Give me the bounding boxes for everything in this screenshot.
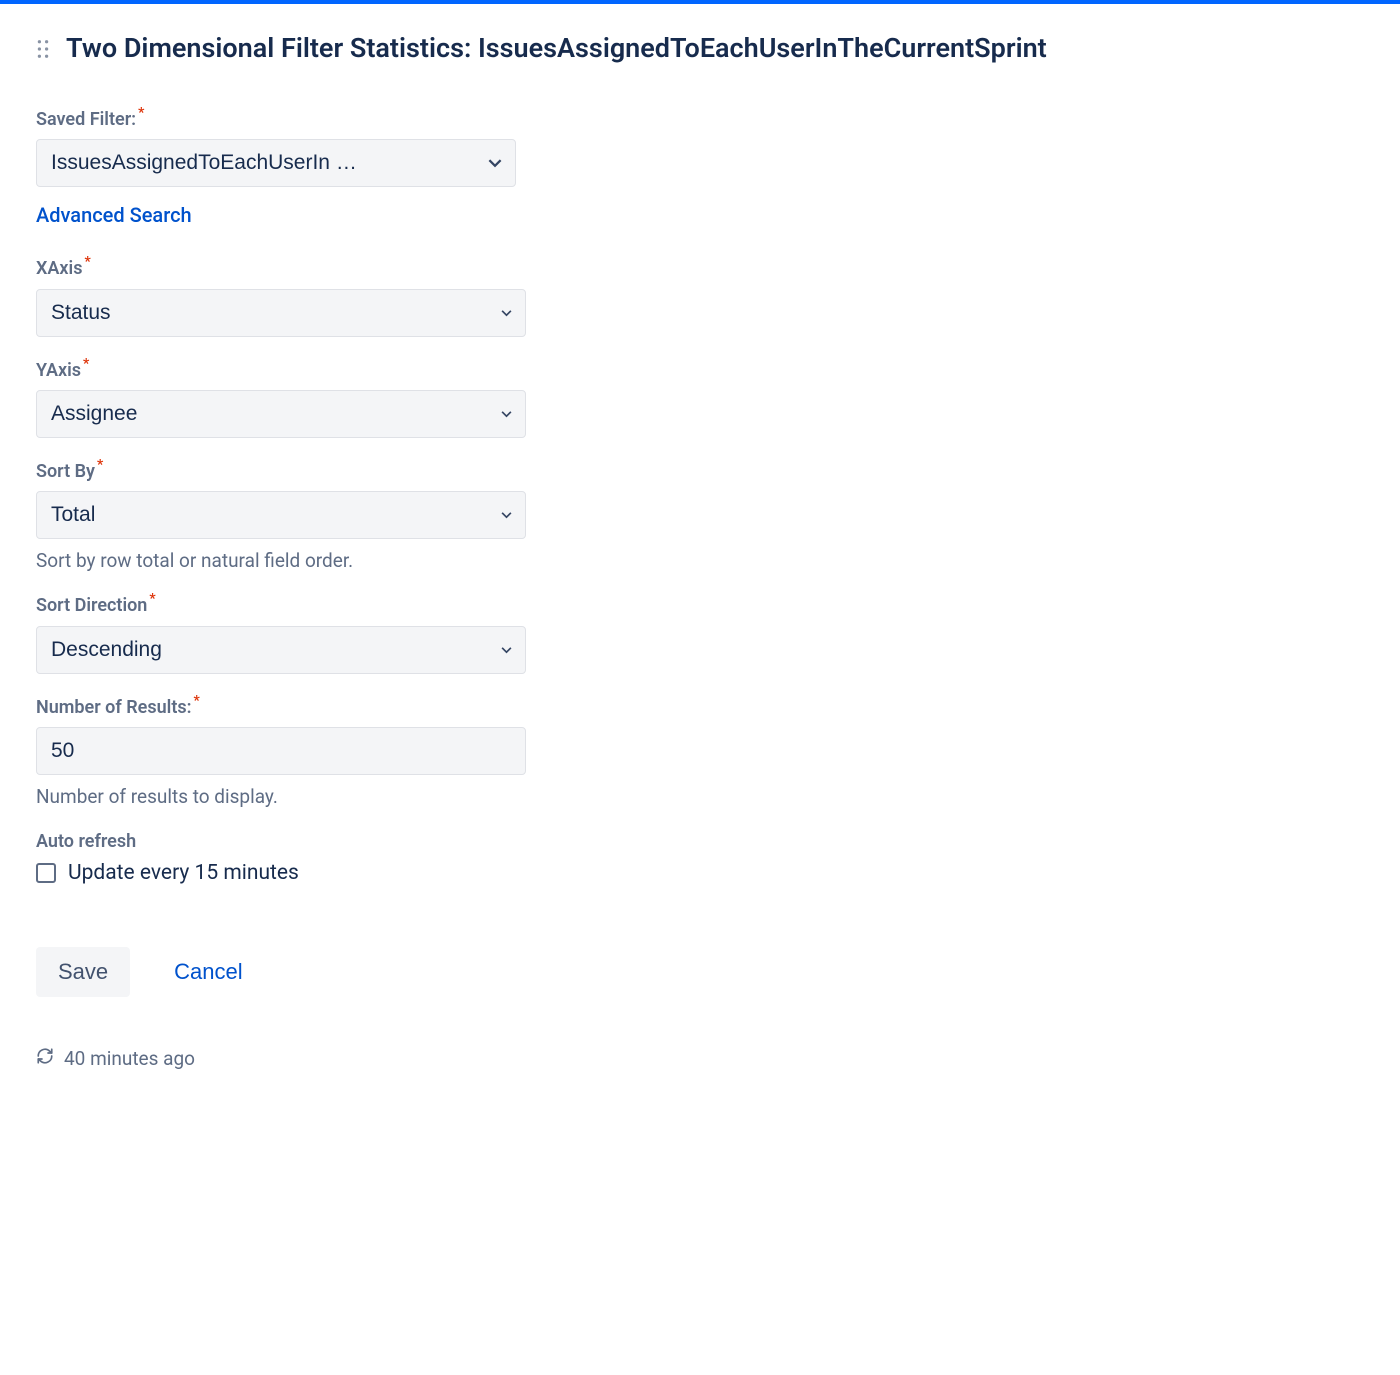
- yaxis-select[interactable]: Assignee: [36, 390, 526, 438]
- auto-refresh-label: Auto refresh: [36, 830, 1364, 853]
- refresh-footer: 40 minutes ago: [36, 1047, 1364, 1070]
- advanced-search-link[interactable]: Advanced Search: [36, 203, 192, 227]
- sort-by-select[interactable]: Total: [36, 491, 526, 539]
- saved-filter-label: Saved Filter:*: [36, 108, 1364, 131]
- xaxis-label: XAxis*: [36, 257, 1364, 280]
- number-of-results-label: Number of Results:*: [36, 696, 1364, 719]
- gadget-header: Two Dimensional Filter Statistics: Issue…: [36, 32, 1364, 66]
- refresh-icon: [36, 1047, 54, 1070]
- refresh-timestamp: 40 minutes ago: [64, 1047, 195, 1070]
- drag-handle-icon[interactable]: [36, 40, 50, 58]
- sort-by-help: Sort by row total or natural field order…: [36, 549, 1364, 572]
- auto-refresh-checkbox-label: Update every 15 minutes: [68, 861, 299, 885]
- sort-by-label: Sort By*: [36, 460, 1364, 483]
- number-of-results-help: Number of results to display.: [36, 785, 1364, 808]
- yaxis-label: YAxis*: [36, 359, 1364, 382]
- auto-refresh-checkbox[interactable]: [36, 863, 56, 883]
- xaxis-select[interactable]: Status: [36, 289, 526, 337]
- sort-direction-label: Sort Direction*: [36, 594, 1364, 617]
- saved-filter-select[interactable]: IssuesAssignedToEachUserIn …: [36, 139, 516, 187]
- cancel-button[interactable]: Cancel: [174, 959, 242, 985]
- page-title: Two Dimensional Filter Statistics: Issue…: [66, 32, 1047, 66]
- number-of-results-input[interactable]: [36, 727, 526, 775]
- save-button[interactable]: Save: [36, 947, 130, 997]
- sort-direction-select[interactable]: Descending: [36, 626, 526, 674]
